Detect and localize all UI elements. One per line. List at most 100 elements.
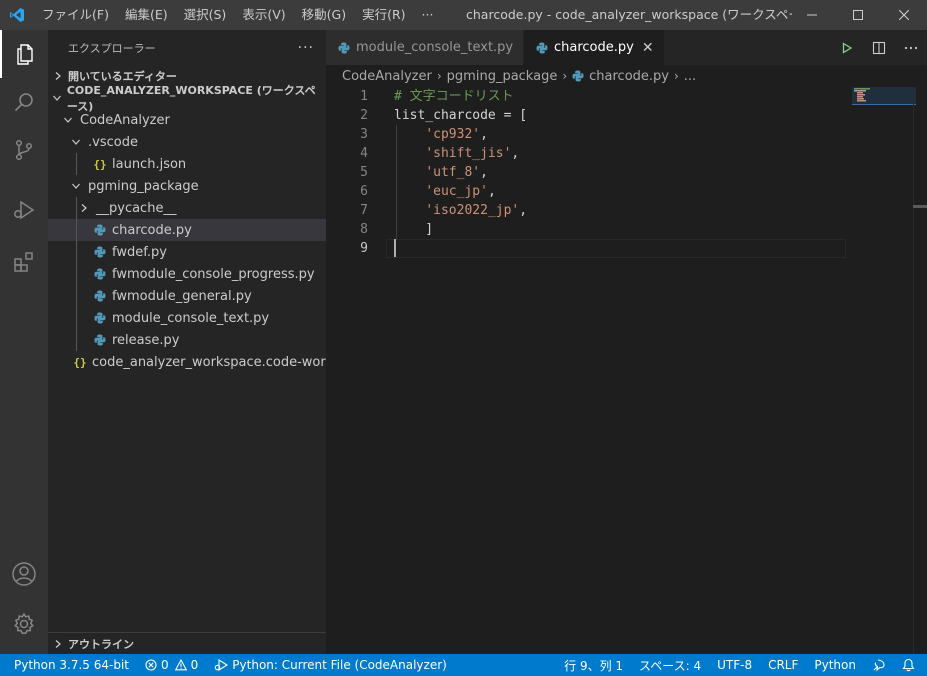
tree-item[interactable]: module_console_text.py [48, 307, 326, 329]
tree-item[interactable]: .vscode [48, 131, 326, 153]
code-editor[interactable]: 1 # 文字コードリスト 2 list_charcode = [3 'cp932', 4… [326, 87, 927, 654]
tree-item[interactable]: CodeAnalyzer [48, 109, 326, 131]
window-title: charcode.py - code_analyzer_workspace (ワ… [466, 7, 792, 22]
accounts-button[interactable] [0, 550, 48, 598]
code-token: , [487, 184, 496, 199]
tree-item-label: release.py [112, 332, 180, 348]
chevron-right-icon [48, 71, 68, 81]
tree-item[interactable]: __pycache__ [48, 197, 326, 219]
tree-item-label: code_analyzer_workspace.code-worksp... [92, 354, 326, 370]
cursor-position[interactable]: 行 9、列 1 [556, 654, 631, 676]
code-token: 'shift_jis' [425, 146, 512, 161]
minimap[interactable] [852, 87, 916, 207]
run-file-button[interactable] [831, 41, 863, 54]
line-number: 5 [360, 165, 368, 180]
explorer-button[interactable] [0, 30, 48, 78]
source-control-button[interactable] [0, 126, 48, 174]
run-debug-button[interactable] [0, 186, 48, 234]
maximize-icon [853, 10, 863, 20]
tree-item[interactable]: fwdef.py [48, 241, 326, 263]
feedback-icon [873, 659, 885, 672]
feedback-button[interactable] [864, 654, 894, 676]
editor-more-button[interactable] [895, 46, 927, 50]
python-file-icon [92, 224, 108, 236]
indentation[interactable]: スペース: 4 [631, 654, 709, 676]
menu-file[interactable]: ファイル(F) [34, 0, 117, 30]
bell-icon [902, 658, 915, 672]
vertical-scrollbar[interactable] [913, 87, 927, 654]
split-editor-icon [872, 41, 886, 54]
python-file-icon [92, 312, 108, 324]
tree-item-label: module_console_text.py [112, 310, 270, 326]
error-count: 0 [161, 658, 169, 672]
workspace-section[interactable]: CODE_ANALYZER_WORKSPACE (ワークスペース) [48, 84, 326, 113]
debug-config[interactable]: Python: Current File (CodeAnalyzer) [206, 654, 455, 676]
tab-close-button[interactable]: ✕ [642, 40, 654, 56]
editor-group: module_console_text.py charcode.py ✕ Cod… [326, 30, 927, 654]
tree-item[interactable]: fwmodule_console_progress.py [48, 263, 326, 285]
problems-indicator[interactable]: 0 0 [137, 654, 206, 676]
activity-bar [0, 30, 48, 654]
minimize-icon [807, 14, 817, 16]
tree-item-label: __pycache__ [96, 200, 177, 216]
extensions-button[interactable] [0, 238, 48, 286]
outline-section[interactable]: アウトライン [48, 632, 326, 654]
menu-more[interactable]: ··· [414, 0, 442, 30]
close-icon [899, 10, 909, 20]
line-content: 'shift_jis', [394, 144, 519, 163]
breadcrumb-item[interactable]: CodeAnalyzer [342, 69, 432, 84]
menu-view[interactable]: 表示(V) [234, 0, 293, 30]
tab-module-console-text[interactable]: module_console_text.py [326, 30, 524, 65]
explorer-more-button[interactable]: ··· [298, 40, 314, 56]
vscode-logo-icon [0, 0, 34, 30]
split-editor-button[interactable] [863, 41, 895, 55]
status-right: 行 9、列 1 スペース: 4 UTF-8 CRLF Python [556, 654, 927, 676]
code-line: 6 'euc_jp', [326, 182, 846, 201]
scrollbar-thumb[interactable] [913, 205, 927, 208]
line-number: 7 [360, 203, 368, 218]
breadcrumb-item[interactable]: charcode.py [589, 69, 669, 84]
python-interpreter[interactable]: Python 3.7.5 64-bit [0, 654, 137, 676]
menu-go[interactable]: 移動(G) [294, 0, 354, 30]
menu-selection[interactable]: 選択(S) [176, 0, 235, 30]
search-button[interactable] [0, 78, 48, 126]
code-line: 7 'iso2022_jp', [326, 201, 846, 220]
encoding[interactable]: UTF-8 [709, 654, 760, 676]
python-file-icon [92, 334, 108, 346]
tree-item-label: charcode.py [112, 222, 192, 238]
menu-run[interactable]: 実行(R) [354, 0, 413, 30]
indent-guide [76, 197, 77, 219]
code-line: 8 ] [326, 220, 846, 239]
tree-item[interactable]: charcode.py [48, 219, 326, 241]
python-file-icon [536, 42, 548, 54]
code-token: 'euc_jp' [425, 184, 488, 199]
line-number: 6 [360, 184, 368, 199]
tree-item[interactable]: {} launch.json [48, 153, 326, 175]
outline-label: アウトライン [68, 637, 134, 651]
tree-item[interactable]: release.py [48, 329, 326, 351]
manage-button[interactable] [0, 600, 48, 648]
notifications-button[interactable] [894, 654, 927, 676]
minimize-button[interactable] [789, 0, 835, 30]
close-window-button[interactable] [881, 0, 927, 30]
tab-charcode[interactable]: charcode.py ✕ [524, 30, 664, 65]
line-content: list_charcode = [ [394, 106, 527, 125]
end-of-line[interactable]: CRLF [760, 654, 806, 676]
indent-guide [76, 153, 77, 175]
code-token: , [511, 146, 520, 161]
menu-edit[interactable]: 編集(E) [117, 0, 176, 30]
language-mode[interactable]: Python [806, 654, 864, 676]
breadcrumb-separator: › [562, 69, 568, 83]
tree-item-label: pgming_package [88, 178, 199, 194]
maximize-button[interactable] [835, 0, 881, 30]
tree-item[interactable]: {} code_analyzer_workspace.code-worksp... [48, 351, 326, 373]
breadcrumb-item[interactable]: ... [684, 69, 696, 84]
chevron-right-icon [48, 639, 68, 649]
breadcrumb-item[interactable]: pgming_package [447, 69, 558, 84]
tree-item[interactable]: pgming_package [48, 175, 326, 197]
tree-item[interactable]: fwmodule_general.py [48, 285, 326, 307]
file-tree: CodeAnalyzer .vscode {} launch.json pgming_p… [48, 109, 326, 373]
line-content: 'euc_jp', [394, 182, 496, 201]
